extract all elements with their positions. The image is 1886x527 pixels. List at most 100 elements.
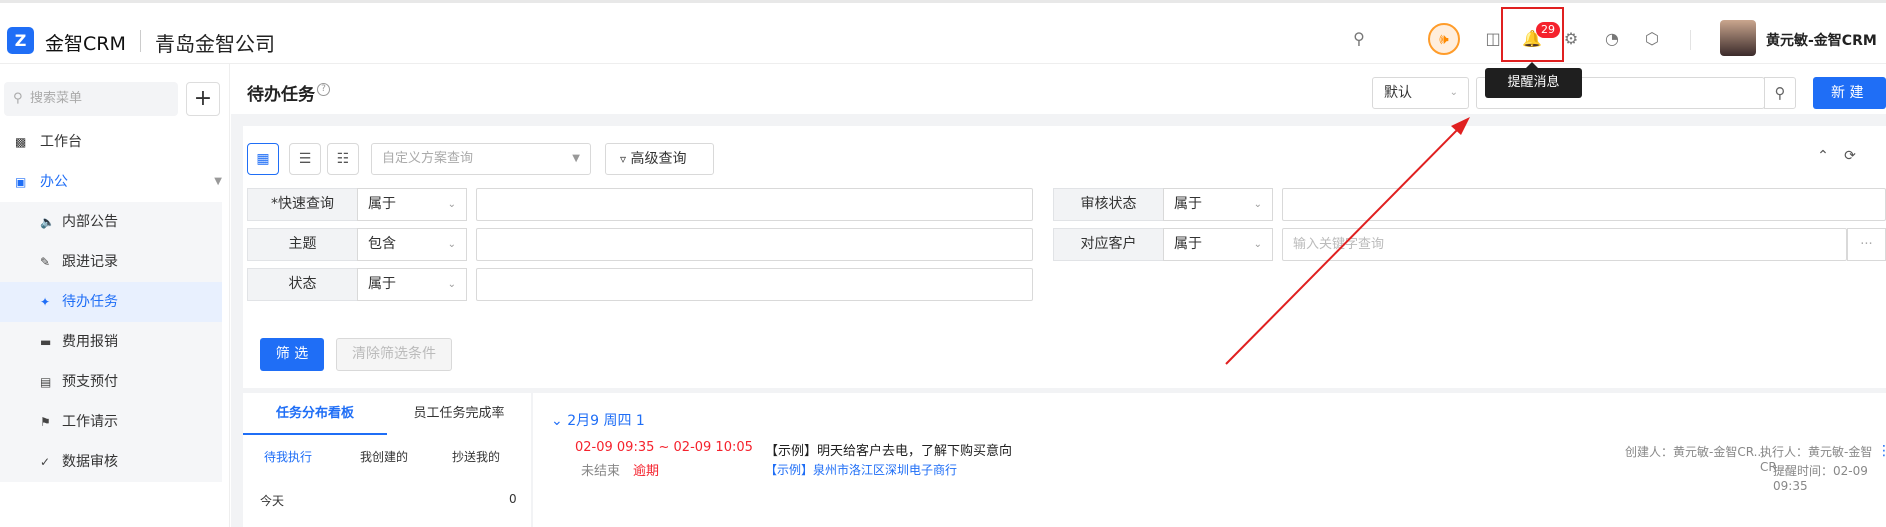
subtab-assigned-to-me[interactable]: 待我执行: [243, 446, 333, 468]
menu-search-placeholder: 搜索菜单: [30, 91, 83, 106]
user-name[interactable]: 黄元敏-金智CRM: [1766, 30, 1877, 50]
filter-button[interactable]: 筛 选: [260, 338, 324, 371]
refresh-icon[interactable]: ⟳: [1840, 148, 1860, 168]
filter-label: 状态: [247, 268, 358, 301]
announcement-speaker-icon[interactable]: 🕪: [1428, 23, 1460, 55]
task-list-panel: ⌄ 2月9 周四 1 02-09 09:35 ~ 02-09 10:05 未结束…: [533, 393, 1886, 527]
divider: [1690, 30, 1691, 50]
calendar-view-icon[interactable]: ☷: [327, 143, 359, 175]
sidebar-item-label: 费用报销: [62, 334, 118, 350]
chevron-down-icon: ⌄: [447, 199, 456, 210]
edit-record-icon: ✎: [40, 255, 51, 269]
day-group-header[interactable]: ⌄ 2月9 周四 1: [551, 410, 645, 430]
advanced-search-button[interactable]: ▿ 高级查询: [605, 143, 714, 175]
sidebar-item-expense[interactable]: ▬ 费用报销: [0, 322, 222, 362]
clear-filter-button[interactable]: 清除筛选条件: [336, 338, 452, 371]
task-creator: 创建人：黄元敏-金智CR...: [1625, 445, 1766, 459]
search-icon: ⚲: [13, 91, 23, 106]
operator-value: 属于: [1174, 236, 1202, 252]
operator-value: 属于: [1174, 196, 1202, 212]
sidebar-item-request[interactable]: ⚑ 工作请示: [0, 402, 222, 442]
scheme-placeholder: 自定义方案查询: [382, 151, 474, 166]
chevron-down-icon: ⌄: [1253, 239, 1262, 250]
main-content: 待办任务 ? 默认 ⌄ 任务 ⚲ 新 建 ▦ ☰ ☷ 自定义方案查询 ▼ ▿ 高…: [231, 64, 1886, 527]
audit-icon: ✓: [40, 455, 51, 469]
sidebar: ⚲ 搜索菜单 + ▩ 工作台 ▣ 办公 ▼ 🔈 内部公告 ✎ 跟进记录 ✦ 待办…: [0, 64, 230, 527]
quick-search-field[interactable]: [476, 188, 1033, 221]
sidebar-item-label: 办公: [40, 174, 68, 190]
operator-select[interactable]: 属于 ⌄: [1163, 228, 1273, 261]
tab-task-board[interactable]: 任务分布看板: [243, 393, 387, 435]
status-field[interactable]: [476, 268, 1033, 301]
scheme-select[interactable]: 自定义方案查询 ▼: [371, 143, 591, 175]
company-name[interactable]: 青岛金智公司: [155, 28, 275, 57]
view-select[interactable]: 默认 ⌄: [1372, 77, 1469, 109]
sidebar-item-label: 预支预付: [62, 374, 118, 390]
operator-select[interactable]: 属于 ⌄: [357, 268, 467, 301]
customer-field[interactable]: 输入关键字查询: [1282, 228, 1847, 261]
more-menu-icon[interactable]: ⋮: [1877, 443, 1886, 459]
cube-icon[interactable]: ⬡: [1641, 28, 1663, 50]
collapse-icon[interactable]: ⌃: [1813, 148, 1833, 168]
sidebar-item-label: 内部公告: [62, 214, 118, 230]
operator-select[interactable]: 属于 ⌄: [357, 188, 467, 221]
filter-row: 状态 属于 ⌄: [247, 268, 1247, 301]
chevron-down-icon: ⌄: [551, 413, 563, 429]
operator-value: 属于: [368, 276, 396, 292]
new-button[interactable]: 新 建: [1813, 77, 1886, 109]
chevron-down-icon: ⌄: [447, 239, 456, 250]
sidebar-item-label: 跟进记录: [62, 254, 118, 270]
pie-chart-icon[interactable]: ◔: [1601, 28, 1623, 50]
menu-search-input[interactable]: ⚲ 搜索菜单: [4, 82, 178, 116]
list-view-icon[interactable]: ☰: [289, 143, 321, 175]
avatar[interactable]: [1720, 20, 1756, 56]
gear-icon[interactable]: ⚙: [1560, 28, 1582, 50]
logo: Z: [7, 27, 34, 54]
filter-label: 审核状态: [1053, 188, 1164, 221]
search-icon[interactable]: ⚲: [1764, 77, 1796, 109]
sidebar-item-office[interactable]: ▣ 办公 ▼: [0, 162, 222, 202]
chevron-down-icon: ⌄: [1253, 199, 1262, 210]
audit-status-field[interactable]: [1282, 188, 1886, 221]
divider: [140, 30, 141, 52]
filter-row: 审核状态 属于 ⌄: [1053, 188, 1886, 221]
task-time: 02-09 09:35 ~ 02-09 10:05: [575, 440, 753, 455]
tab-completion-rate[interactable]: 员工任务完成率: [387, 393, 531, 435]
chevron-down-icon: ⌄: [447, 279, 456, 290]
subtab-created-by-me[interactable]: 我创建的: [339, 446, 429, 468]
sidebar-item-advance[interactable]: ▤ 预支预付: [0, 362, 222, 402]
more-options-button[interactable]: ···: [1847, 228, 1886, 261]
filter-label: *快速查询: [247, 188, 358, 221]
sidebar-item-followup[interactable]: ✎ 跟进记录: [0, 242, 222, 282]
filter-row: 对应客户 属于 ⌄ 输入关键字查询 ···: [1053, 228, 1886, 261]
add-button[interactable]: +: [186, 82, 220, 116]
operator-select[interactable]: 包含 ⌄: [357, 228, 467, 261]
top-bar: Z 金智CRM 青岛金智公司 ⚲ 🕪 ◫ 🔔 29 ⚙ ◔ ⬡ 黄元敏-金智CR…: [0, 0, 1886, 64]
task-title[interactable]: 【示例】明天给客户去电，了解下购买意向: [765, 440, 1012, 459]
kanban-view-icon[interactable]: ▦: [247, 143, 279, 175]
page-header: 待办任务 ? 默认 ⌄ 任务 ⚲ 新 建: [231, 64, 1886, 114]
search-icon[interactable]: ⚲: [1348, 28, 1370, 50]
help-icon[interactable]: ?: [317, 83, 330, 96]
filter-icon: ▿: [620, 152, 627, 166]
sidebar-item-label: 待办任务: [62, 294, 118, 310]
advanced-search-label: 高级查询: [630, 151, 687, 167]
filter-label: 主题: [247, 228, 358, 261]
sidebar-item-label: 工作台: [40, 134, 82, 150]
operator-value: 包含: [368, 236, 396, 252]
subject-field[interactable]: [476, 228, 1033, 261]
sidebar-item-workbench[interactable]: ▩ 工作台: [0, 122, 222, 162]
task-status: 未结束: [581, 464, 621, 479]
notification-tooltip: 提醒消息: [1485, 62, 1582, 98]
task-remind-time: 提醒时间：02-09 09:35: [1773, 464, 1868, 493]
operator-value: 属于: [368, 196, 396, 212]
filter-label: 对应客户: [1053, 228, 1164, 261]
wallet-icon: ▤: [40, 375, 52, 389]
sidebar-item-announcement[interactable]: 🔈 内部公告: [0, 202, 222, 242]
sidebar-item-audit[interactable]: ✓ 数据审核: [0, 442, 222, 482]
sidebar-item-todo[interactable]: ✦ 待办任务: [0, 282, 222, 322]
customer-link[interactable]: 【示例】泉州市洛江区深圳电子商行: [765, 461, 957, 478]
operator-select[interactable]: 属于 ⌄: [1163, 188, 1273, 221]
subtab-cc-me[interactable]: 抄送我的: [431, 446, 521, 468]
today-count: 0: [509, 492, 517, 506]
